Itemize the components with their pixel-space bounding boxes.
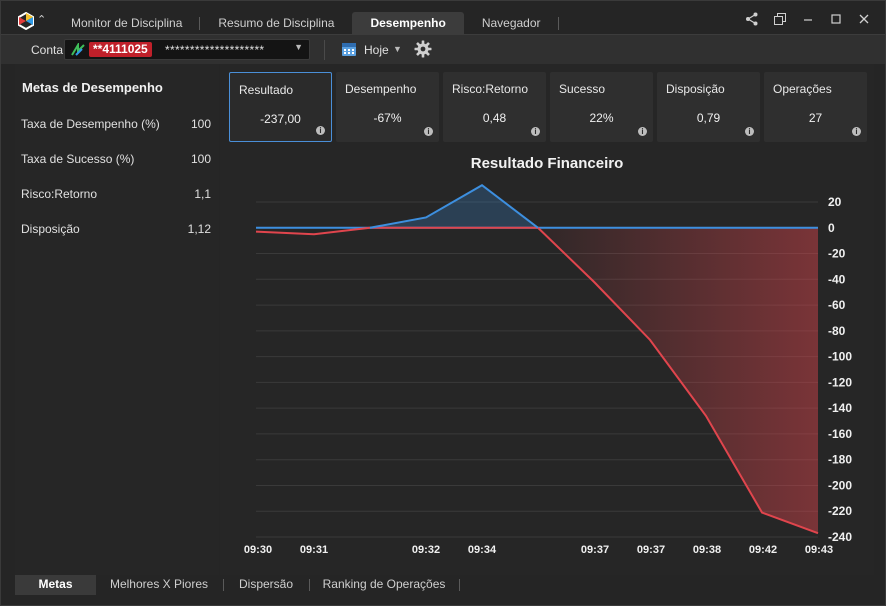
close-icon[interactable] bbox=[857, 12, 871, 26]
y-tick-label: -40 bbox=[828, 272, 846, 286]
tab-dispersao[interactable]: Dispersão bbox=[231, 575, 301, 595]
x-tick-label: 09:42 bbox=[749, 544, 777, 556]
meta-value: 100 bbox=[190, 152, 211, 166]
x-tick-label: 09:31 bbox=[300, 544, 328, 556]
tab-navegador[interactable]: Navegador bbox=[464, 12, 559, 34]
meta-row: Risco:Retorno 1,1 bbox=[21, 187, 211, 203]
tab-divider bbox=[223, 579, 224, 591]
account-label: Conta bbox=[31, 43, 64, 57]
tab-resumo-disciplina[interactable]: Resumo de Disciplina bbox=[200, 12, 352, 34]
x-tick-label: 09:38 bbox=[693, 544, 721, 556]
minimize-icon[interactable] bbox=[801, 12, 815, 26]
chevron-down-icon[interactable]: ▼ bbox=[294, 42, 303, 52]
y-tick-label: -180 bbox=[828, 453, 852, 467]
y-tick-label: -120 bbox=[828, 375, 852, 389]
tab-divider bbox=[309, 579, 310, 591]
x-tick-label: 09:37 bbox=[581, 544, 609, 556]
y-tick-label: -220 bbox=[828, 504, 852, 518]
gear-icon[interactable] bbox=[414, 40, 432, 58]
calendar-icon[interactable] bbox=[341, 41, 357, 57]
desempenho-main: Resultado -237,00 i Desempenho -67% i Ri… bbox=[220, 64, 874, 575]
x-tick-label: 09:43 bbox=[805, 544, 833, 556]
share-icon[interactable] bbox=[745, 12, 759, 26]
bottom-tabs: Metas Melhores X Piores Dispersão Rankin… bbox=[15, 575, 874, 595]
y-tick-label: -160 bbox=[828, 427, 852, 441]
account-selector[interactable]: **4111025 ******************** ▼ bbox=[64, 39, 310, 60]
y-tick-label: -100 bbox=[828, 350, 852, 364]
y-tick-label: -140 bbox=[828, 401, 852, 415]
y-tick-label: -60 bbox=[828, 298, 846, 312]
meta-value: 1,1 bbox=[194, 187, 211, 201]
toolbar: Conta **4111025 ******************** ▼ H… bbox=[1, 34, 885, 64]
y-tick-label: -20 bbox=[828, 247, 846, 261]
main-tabs: Monitor de Disciplina Resumo de Discipli… bbox=[53, 12, 559, 34]
x-tick-label: 09:30 bbox=[244, 544, 272, 556]
meta-label: Disposição bbox=[21, 222, 80, 236]
restore-icon[interactable] bbox=[773, 12, 787, 26]
tab-ranking-operacoes[interactable]: Ranking de Operações bbox=[317, 575, 451, 595]
maximize-icon[interactable] bbox=[829, 12, 843, 26]
app-logo-icon[interactable] bbox=[17, 12, 35, 30]
metas-panel: Metas de Desempenho Taxa de Desempenho (… bbox=[15, 64, 219, 575]
meta-label: Taxa de Sucesso (%) bbox=[21, 152, 135, 166]
resultado-chart: 20 0 -20 -40 -60 -80 -100 -120 -140 -160 -180 -200 -… bbox=[244, 184, 852, 556]
broker-logo-icon bbox=[71, 43, 85, 56]
tab-divider bbox=[459, 579, 460, 591]
meta-value: 1,12 bbox=[187, 222, 211, 236]
app-window: ⌃ Monitor de Disciplina Resumo de Discip… bbox=[0, 0, 886, 606]
toolbar-divider bbox=[324, 40, 325, 60]
negative-area bbox=[538, 227, 818, 534]
y-tick-label: -80 bbox=[828, 324, 846, 338]
y-tick-label: -240 bbox=[828, 530, 852, 544]
period-selector[interactable]: Hoje bbox=[364, 43, 389, 57]
x-tick-label: 09:32 bbox=[412, 544, 440, 556]
meta-value: 100 bbox=[190, 117, 211, 131]
tab-monitor-disciplina[interactable]: Monitor de Disciplina bbox=[53, 12, 201, 34]
x-tick-label: 09:34 bbox=[468, 544, 497, 556]
meta-row: Taxa de Desempenho (%) 100 bbox=[21, 117, 211, 133]
positive-area bbox=[370, 185, 538, 228]
tab-melhores-piores[interactable]: Melhores X Piores bbox=[103, 575, 215, 595]
meta-row: Disposição 1,12 bbox=[21, 222, 211, 238]
account-masked-name: ******************** bbox=[165, 43, 265, 57]
period-chevron-down-icon[interactable]: ▼ bbox=[393, 44, 402, 54]
title-bar: ⌃ Monitor de Disciplina Resumo de Discip… bbox=[1, 1, 885, 34]
meta-label: Risco:Retorno bbox=[21, 187, 98, 201]
y-tick-label: -200 bbox=[828, 478, 852, 492]
account-id-badge: **4111025 bbox=[89, 42, 152, 57]
y-tick-label: 0 bbox=[828, 221, 835, 235]
tab-desempenho[interactable]: Desempenho bbox=[352, 12, 464, 34]
collapse-caret-icon[interactable]: ⌃ bbox=[37, 13, 46, 26]
x-tick-label: 09:37 bbox=[637, 544, 665, 556]
meta-label: Taxa de Desempenho (%) bbox=[21, 117, 160, 131]
y-tick-label: 20 bbox=[828, 195, 842, 209]
tab-metas[interactable]: Metas bbox=[15, 575, 96, 595]
metas-title: Metas de Desempenho bbox=[22, 80, 163, 95]
window-controls bbox=[745, 12, 871, 26]
meta-row: Taxa de Sucesso (%) 100 bbox=[21, 152, 211, 168]
